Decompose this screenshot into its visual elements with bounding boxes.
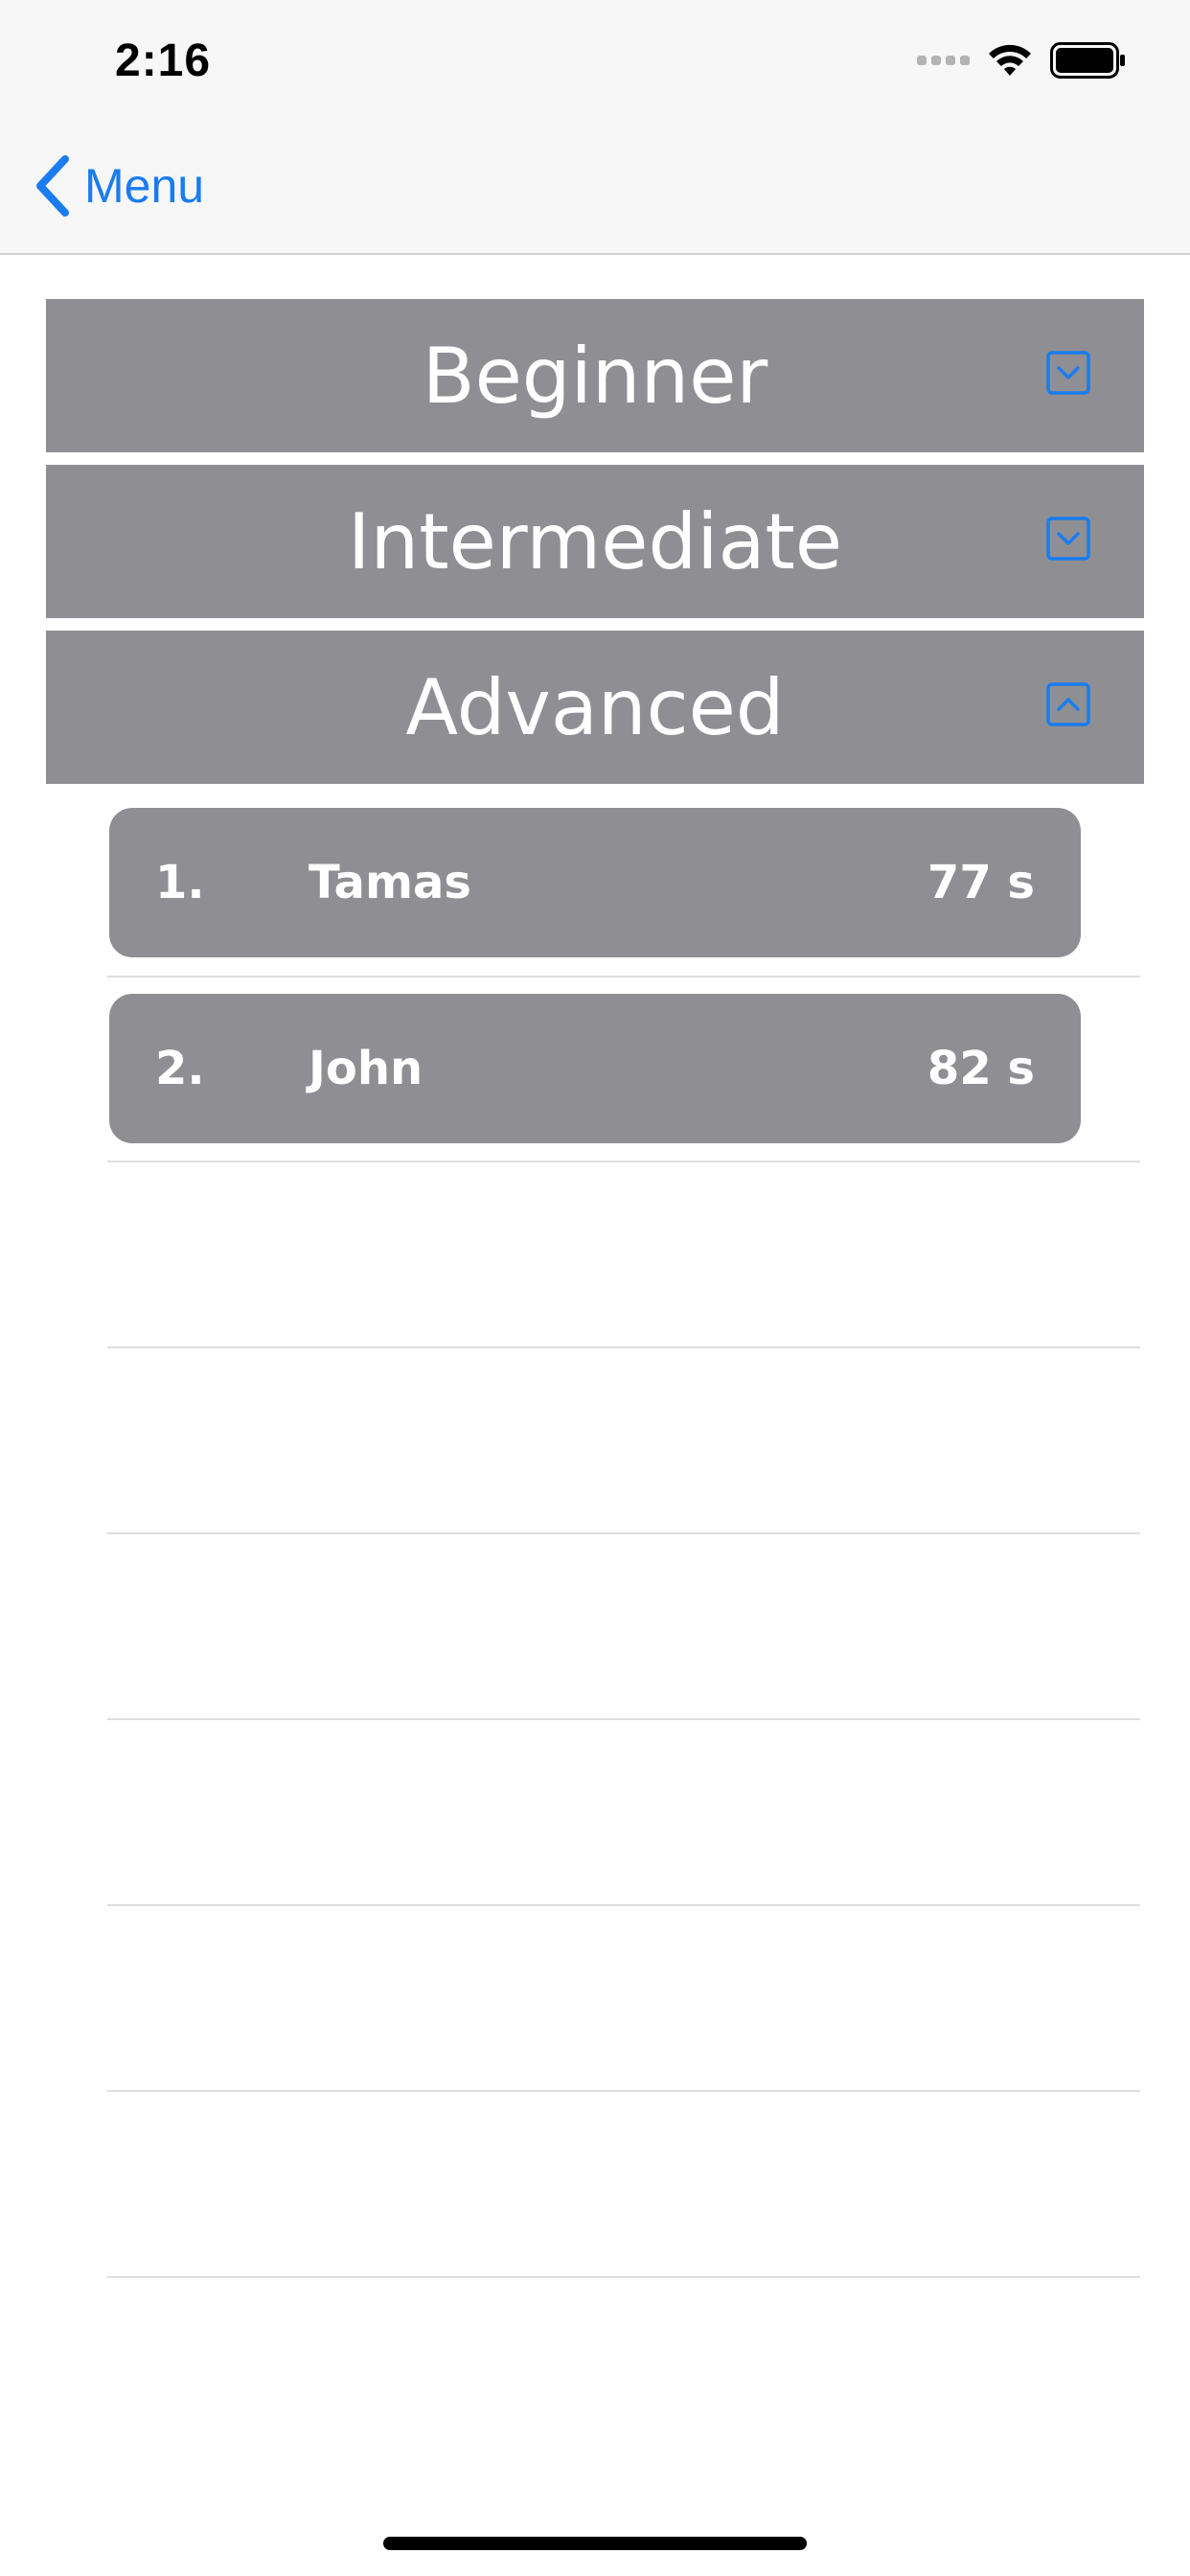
chevron-down-square-icon[interactable] (1046, 517, 1090, 561)
row-separator (107, 976, 1140, 978)
row-separator (107, 1532, 1140, 1534)
section-title: Advanced (405, 662, 785, 752)
row-separator (107, 1346, 1140, 1348)
section-header-advanced[interactable]: Advanced (46, 631, 1144, 784)
home-indicator[interactable] (383, 2537, 807, 2550)
cellular-signal-icon (917, 56, 970, 65)
wifi-icon (989, 44, 1031, 76)
score-player-name: John (309, 1042, 423, 1095)
score-rank: 2. (155, 1042, 205, 1095)
status-time: 2:16 (115, 35, 212, 86)
row-separator (107, 1718, 1140, 1720)
section-header-intermediate[interactable]: Intermediate (46, 465, 1144, 618)
score-player-name: Tamas (309, 856, 471, 909)
score-rank: 1. (155, 856, 205, 909)
row-separator (107, 1161, 1140, 1162)
score-time: 77 s (927, 856, 1035, 909)
chevron-left-icon (36, 155, 69, 217)
status-icons (917, 42, 1127, 79)
score-row[interactable]: 1. Tamas 77 s (109, 808, 1081, 957)
navigation-bar: 2:16 Menu (0, 0, 1190, 255)
row-separator (107, 1904, 1140, 1906)
battery-icon (1050, 42, 1125, 79)
back-button[interactable]: Menu (34, 155, 204, 217)
section-title: Beginner (422, 331, 768, 421)
chevron-up-square-icon[interactable] (1046, 682, 1090, 726)
section-header-beginner[interactable]: Beginner (46, 299, 1144, 452)
back-button-label: Menu (84, 159, 205, 213)
section-title: Intermediate (347, 496, 843, 586)
score-time: 82 s (927, 1042, 1035, 1095)
row-separator (107, 2276, 1140, 2278)
chevron-down-square-icon[interactable] (1046, 351, 1090, 395)
score-row[interactable]: 2. John 82 s (109, 994, 1081, 1143)
row-separator (107, 2090, 1140, 2092)
